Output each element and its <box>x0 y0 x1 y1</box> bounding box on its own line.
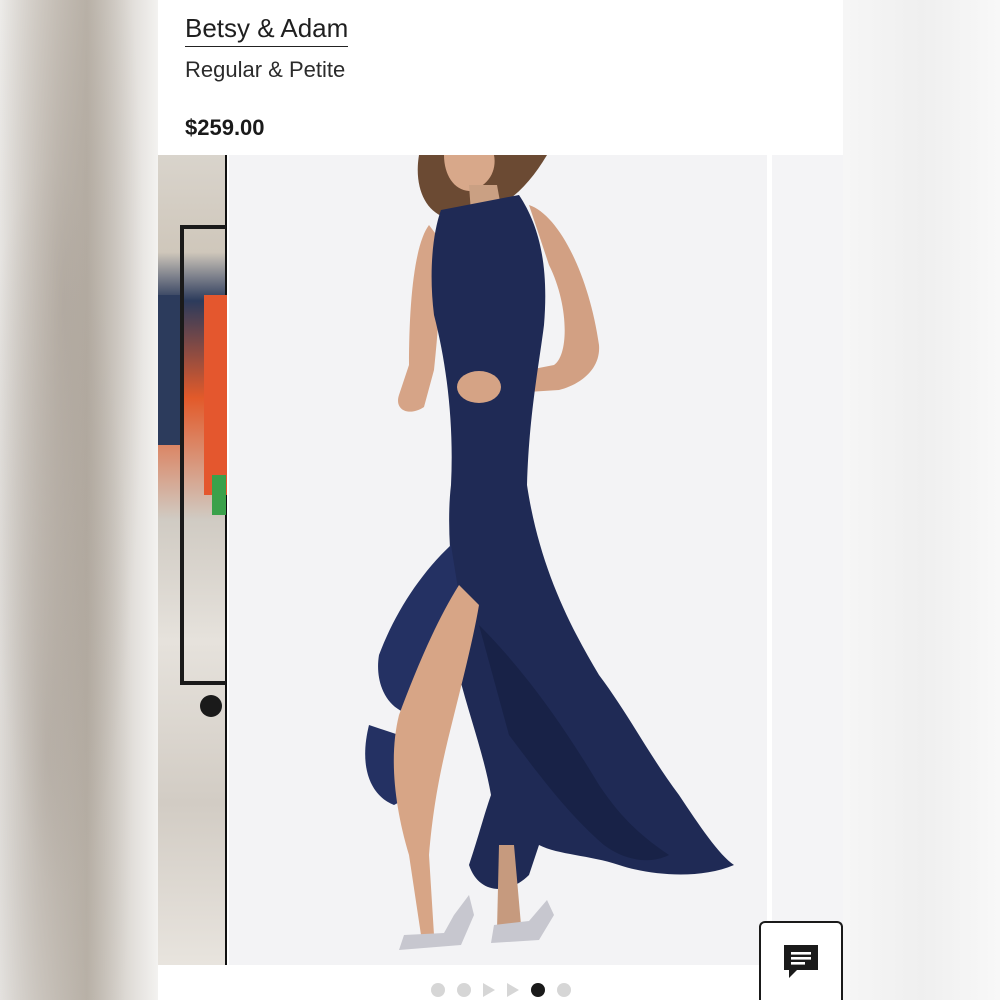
garment-shape <box>158 295 180 445</box>
pagination-dot-1[interactable] <box>430 983 445 997</box>
main-product-image[interactable] <box>229 155 767 965</box>
product-page: Betsy & Adam Regular & Petite $259.00 <box>158 0 843 1000</box>
carousel-pagination <box>158 980 843 1000</box>
chat-icon <box>784 944 818 978</box>
chat-button[interactable] <box>759 921 843 1000</box>
price-label: $259.00 <box>185 115 265 140</box>
next-slide-image[interactable] <box>772 155 843 965</box>
pagination-video-dot-4[interactable] <box>506 983 519 997</box>
pagination-dot-5-active[interactable] <box>530 983 545 997</box>
model-in-navy-gown-illustration <box>365 155 734 950</box>
product-image-carousel[interactable] <box>158 155 843 965</box>
pagination-dot-2[interactable] <box>456 983 471 997</box>
pagination-dot-6[interactable] <box>556 983 571 997</box>
previous-slide-image[interactable] <box>158 155 227 965</box>
background-blur-right <box>843 0 1000 1000</box>
rack-wheel <box>200 695 222 717</box>
clothing-rack <box>180 225 226 685</box>
pagination-video-dot-3[interactable] <box>482 983 495 997</box>
brand-link[interactable]: Betsy & Adam <box>185 12 349 47</box>
size-range-label: Regular & Petite <box>185 57 346 82</box>
background-blur-left <box>0 0 158 1000</box>
